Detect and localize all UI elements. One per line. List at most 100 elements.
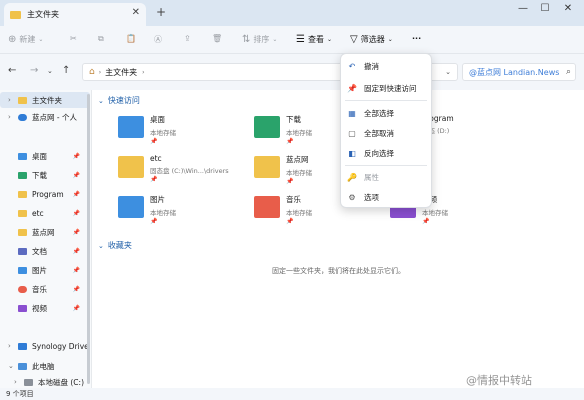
menu-item-label: 属性 [364,172,379,182]
pin-icon: 📌 [72,152,80,160]
sidebar-item-music[interactable]: 音乐 📌 [0,281,90,297]
pin-icon: 📌 [72,304,80,312]
sidebar-item-label: 蓝点网 - 个人 [32,112,77,122]
quick-access-desktop[interactable]: 桌面 本地存储 📌 [118,114,248,148]
search-box[interactable]: @蓝点网 Landian.News ⌕ [462,63,576,81]
maximize-button[interactable]: ☐ [536,3,554,14]
cut-icon[interactable]: ✂ [70,34,77,43]
expand-chevron-icon[interactable]: › [8,342,16,350]
sort-button[interactable]: ⇅ 排序 ⌄ [242,34,277,45]
quick-access-pictures[interactable]: 图片 本地存储 📌 [118,194,248,228]
breadcrumb-chevron-icon: › [142,68,145,76]
desktop-icon [18,152,27,160]
sidebar-item-pictures[interactable]: 图片 📌 [0,262,90,278]
tab-home[interactable]: 主文件夹 ✕ [4,3,146,26]
copy-icon[interactable]: ⧉ [98,34,104,44]
share-icon[interactable]: ⇪ [184,34,191,43]
more-options-button[interactable]: ··· [412,34,421,43]
drive-icon [24,378,33,386]
collapse-chevron-icon: ⌄ [98,96,104,105]
breadcrumb-path[interactable]: 主文件夹 [105,67,137,78]
menu-item-undo[interactable]: ↶ 撤消 [341,57,431,75]
folder-icon [254,156,280,178]
forward-arrow-icon[interactable]: → [30,65,38,76]
sidebar-item-label: 音乐 [32,284,47,294]
favorites-header[interactable]: ⌄ 收藏夹 [98,240,132,251]
expand-chevron-icon[interactable]: › [14,378,22,386]
content-pane: ⌄ 快速访问 桌面 本地存储 📌 下载 本地存储 📌 Program 固态 (D… [92,90,584,388]
item-location: 本地存储 [286,129,312,137]
expand-chevron-icon[interactable]: › [8,96,16,104]
sidebar-scrollbar[interactable] [87,94,90,384]
home-folder-icon [18,96,27,104]
new-label: 新建 [19,35,36,44]
sidebar-item-program[interactable]: Program 📌 [0,186,90,202]
close-button[interactable]: ✕ [559,3,577,14]
history-chevron-icon[interactable]: ⌄ [47,67,53,75]
pin-icon: 📌 [72,285,80,293]
sidebar-item-desktop[interactable]: 桌面 📌 [0,148,90,164]
sidebar-item-etc[interactable]: etc 📌 [0,205,90,221]
filter-button[interactable]: ▽ 筛选器 ⌄ [350,34,393,45]
navigation-pane: › 主文件夹 › 蓝点网 - 个人 桌面 📌 下载 📌 Program 📌 et… [0,90,92,388]
minimize-button[interactable]: — [514,3,532,14]
paste-icon[interactable]: 📋 [126,34,136,43]
delete-icon[interactable]: 🗑 [212,34,222,43]
menu-item-label: 固定到快速访问 [364,83,417,93]
sidebar-item-label: 文档 [32,246,47,256]
address-dropdown-icon[interactable]: ⌄ [445,68,451,76]
back-arrow-icon[interactable]: ← [8,65,16,76]
expand-chevron-icon[interactable]: › [8,113,16,121]
folder-icon [18,228,27,236]
folder-icon [10,10,21,19]
sort-label: 排序 [253,35,270,44]
expand-chevron-icon[interactable]: ⌄ [8,362,16,370]
sidebar-item-home[interactable]: › 主文件夹 [0,92,90,108]
pin-icon: 📌 [72,190,80,198]
desktop-folder-icon [118,116,144,138]
gear-icon: ⚙ [348,192,356,202]
item-location: 本地存储 [286,169,312,177]
sidebar-item-documents[interactable]: 文档 📌 [0,243,90,259]
sidebar-item-landian[interactable]: 蓝点网 📌 [0,224,90,240]
sidebar-item-synology[interactable]: › Synology Drive [0,338,90,354]
tab-label: 主文件夹 [27,10,59,19]
sidebar-item-label: 此电脑 [32,361,55,371]
view-button[interactable]: ☰ 查看 ⌄ [296,34,332,45]
search-icon: ⌕ [565,67,571,77]
pin-icon: 📌 [72,266,80,274]
sidebar-item-onedrive[interactable]: › 蓝点网 - 个人 [0,109,90,125]
menu-item-properties[interactable]: 🔑 属性 [341,168,431,186]
folder-icon [18,190,27,198]
up-arrow-icon[interactable]: ↑ [62,65,70,76]
sidebar-item-label: 桌面 [32,151,47,161]
quick-access-header[interactable]: ⌄ 快速访问 [98,95,140,106]
menu-item-select-all[interactable]: ▦ 全部选择 [341,104,431,122]
item-location: 本地存储 [422,209,448,217]
menu-item-label: 全部选择 [364,108,394,118]
menu-item-invert-selection[interactable]: ◧ 反向选择 [341,144,431,162]
chevron-down-icon: ⌄ [326,36,332,43]
folder-icon [18,209,27,217]
pin-icon: 📌 [72,209,80,217]
sidebar-item-videos[interactable]: 视频 📌 [0,300,90,316]
pin-icon: 📌 [150,138,158,145]
home-icon: ⌂ [89,67,95,77]
menu-item-select-none[interactable]: ▢ 全部取消 [341,124,431,142]
rename-icon[interactable]: Ⓐ [154,34,162,45]
pin-icon: 📌 [72,247,80,255]
section-title: 收藏夹 [107,241,132,250]
menu-item-options[interactable]: ⚙ 选项 [341,188,431,206]
new-tab-button[interactable]: + [156,5,166,19]
sidebar-item-downloads[interactable]: 下载 📌 [0,167,90,183]
quick-access-etc[interactable]: etc 固态盘 (C:)\Win...\drivers 📌 [118,154,248,188]
pin-icon: 📌 [347,83,357,93]
undo-icon: ↶ [348,61,356,71]
tab-close-icon[interactable]: ✕ [132,7,140,18]
address-bar-row: ← → ⌄ ↑ ⌂ › 主文件夹 › ⌄ @蓝点网 Landian.News ⌕ [0,54,584,90]
new-button[interactable]: ⊕ 新建 ⌄ [8,34,43,45]
sidebar-item-this-pc[interactable]: ⌄ 此电脑 [0,358,90,374]
menu-item-pin-quick-access[interactable]: 📌 固定到快速访问 [341,79,431,97]
pin-icon: 📌 [72,228,80,236]
sidebar-item-label: 图片 [32,265,47,275]
